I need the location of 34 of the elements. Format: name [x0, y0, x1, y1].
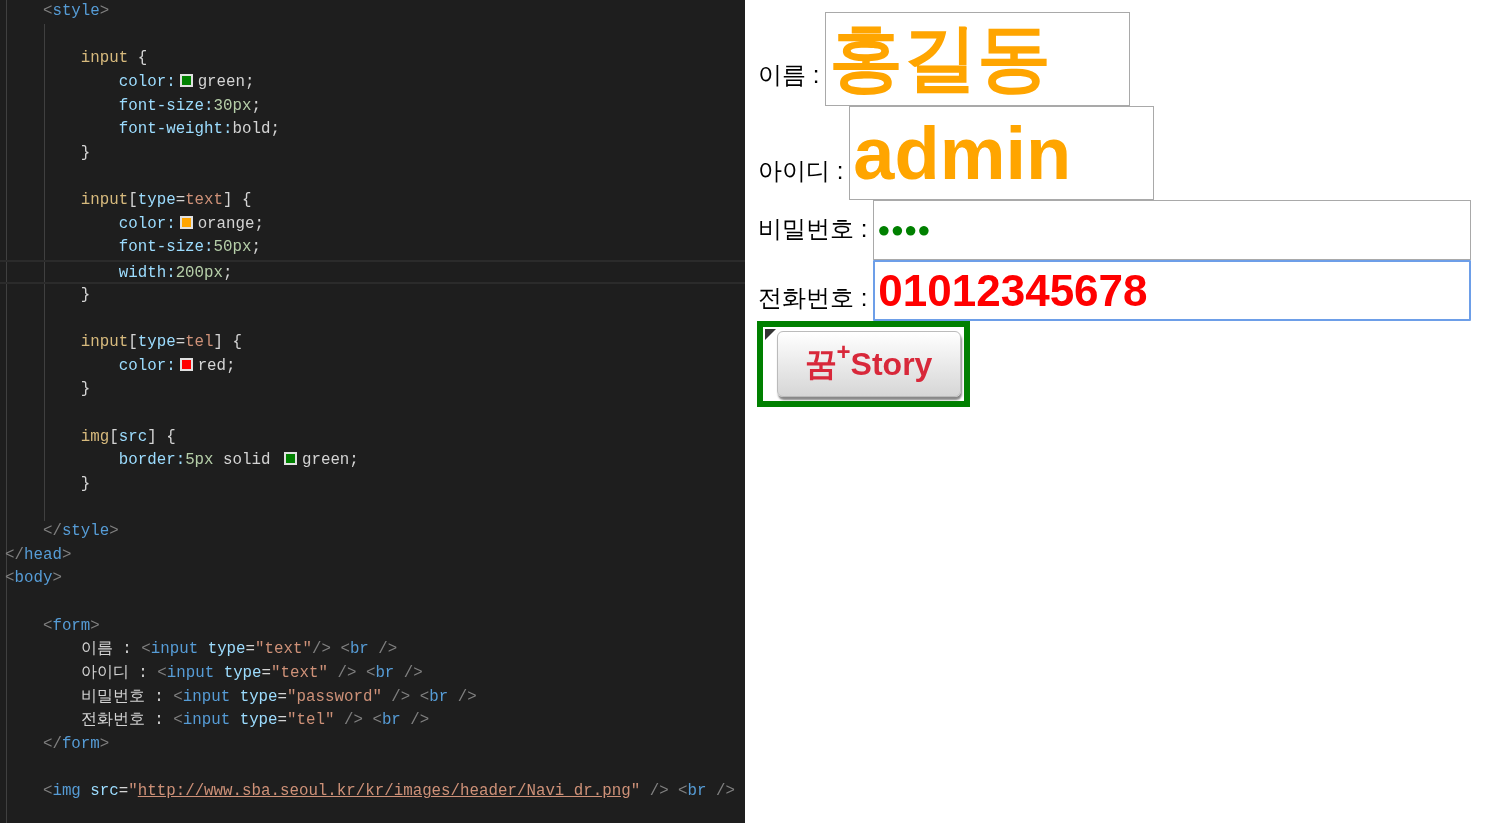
field-label: 비밀번호 : [758, 217, 868, 241]
code-line: <form> [41, 615, 101, 637]
code-line: } [79, 142, 92, 164]
code-line: font-weight:bold; [117, 119, 281, 141]
banner-label: 꿈$^{+}$Story [776, 331, 961, 397]
password-field[interactable]: ●●●● [873, 200, 1472, 260]
code-line: font-size:50px; [117, 237, 262, 259]
code-line: img[src] { [79, 426, 177, 448]
code-line: 이름 : <input type="text"/> <br /> [79, 639, 399, 661]
field-label: 아이디 : [758, 158, 844, 183]
code-line: input[type=tel] { [79, 331, 244, 353]
code-line: </form> [41, 733, 111, 755]
code-line: 비밀번호 : <input type="password" /> <br /> [79, 686, 478, 708]
code-line: } [79, 473, 92, 495]
code-line: color: orange; [117, 213, 265, 235]
code-line: } [79, 284, 92, 306]
code-line: <body> [5, 568, 63, 590]
code-line: border:5px solid green; [117, 450, 360, 472]
code-line: </head> [5, 544, 73, 566]
field-label: 전화번호 : [758, 285, 868, 310]
code-line: 아이디 : <input type="text" /> <br /> [79, 662, 424, 684]
code-line: <style> [41, 1, 111, 22]
code-line: 전화번호 : <input type="tel" /> <br /> [79, 710, 431, 732]
code-line: </style> [41, 521, 120, 543]
code-line: input { [79, 48, 149, 70]
input-field[interactable]: 01012345678 [873, 260, 1472, 321]
code-line: <img src="http://www.sba.seoul.kr/kr/images/header/Navi_dr.png" /> <br /> [41, 781, 737, 803]
code-line: width:200px; [0, 260, 745, 284]
code-line: color: green; [117, 71, 256, 93]
code-line: input[type=text] { [79, 190, 253, 212]
code-line: color: red; [117, 355, 237, 377]
code-line: } [79, 379, 92, 401]
code-line: font-size:30px; [117, 95, 262, 117]
field-label: 이름 : [758, 63, 820, 87]
